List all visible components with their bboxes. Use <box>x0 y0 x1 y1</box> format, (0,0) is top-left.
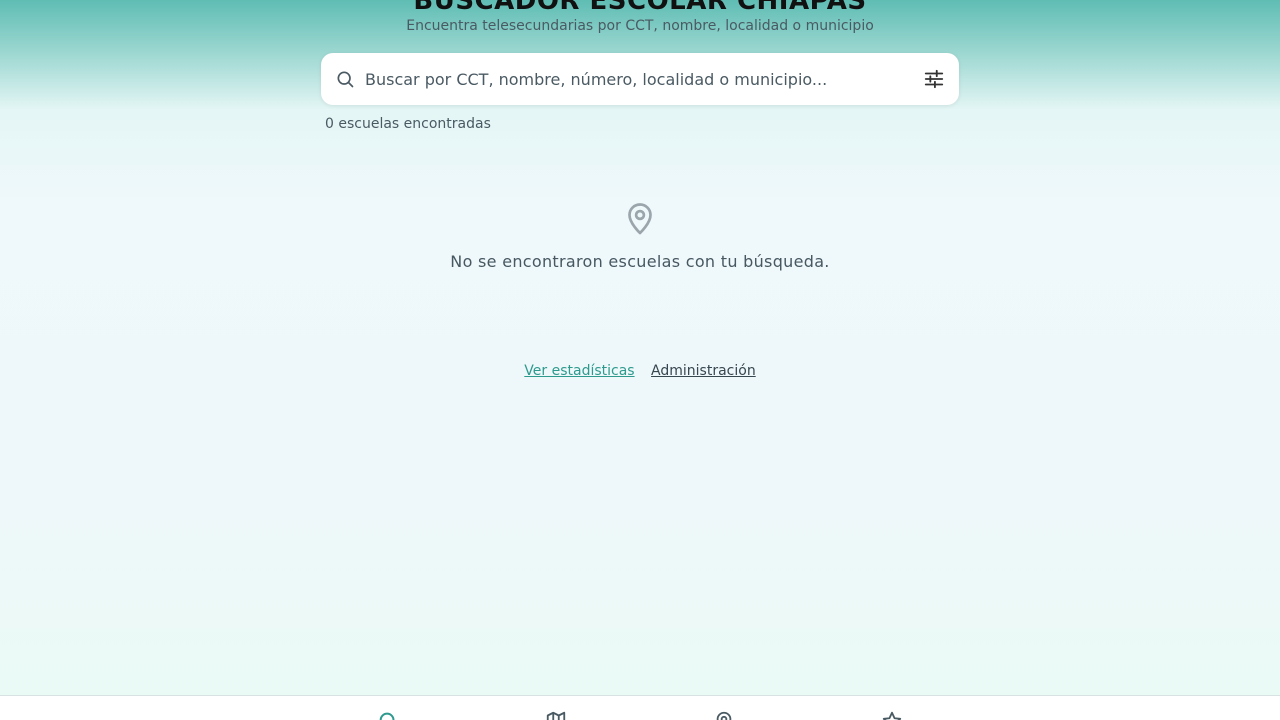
bottom-nav <box>0 695 1280 720</box>
search-input[interactable] <box>365 65 905 93</box>
stats-link[interactable]: Ver estadísticas <box>524 363 634 379</box>
nav-star-icon[interactable] <box>881 710 903 720</box>
empty-state-message: No se encontraron escuelas con tu búsque… <box>450 252 830 271</box>
result-count: 0 escuelas encontradas <box>325 116 491 132</box>
map-pin-icon <box>628 203 652 235</box>
nav-map-pin-icon[interactable] <box>713 710 735 720</box>
nav-map-icon[interactable] <box>545 710 567 720</box>
search-bar <box>321 53 959 105</box>
admin-link[interactable]: Administración <box>651 363 756 379</box>
page-title: BUSCADOR ESCOLAR CHIAPAS <box>413 0 867 16</box>
nav-search-icon[interactable] <box>377 710 399 720</box>
search-icon <box>337 71 354 88</box>
footer-links: Ver estadísticas Administración <box>0 363 1280 379</box>
page-subtitle: Encuentra telesecundarias por CCT, nombr… <box>406 18 874 34</box>
sliders-icon[interactable] <box>923 68 945 90</box>
